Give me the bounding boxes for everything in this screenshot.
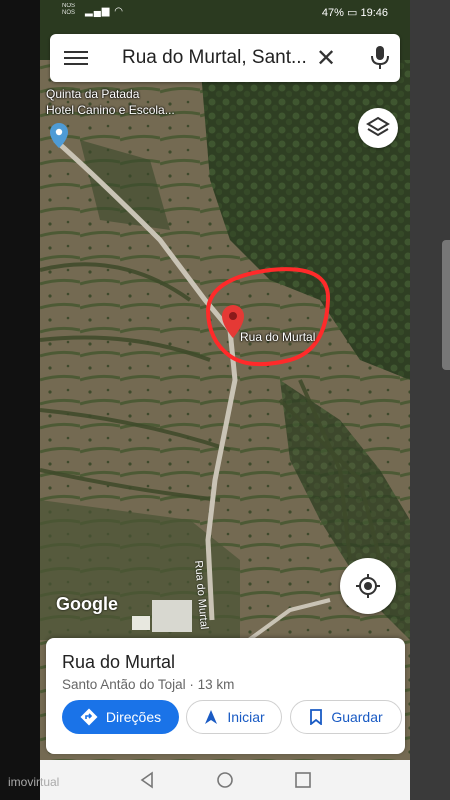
place-subtitle: Santo Antão do Tojal · 13 km	[62, 677, 235, 692]
poi-label[interactable]: Quinta da Patada Hotel Canino e Escola..…	[46, 86, 175, 118]
phone-screen: NOS NOS ▂▄▆ ◠ 47% ▭ 19:46 Rua do Murtal,…	[40, 0, 410, 800]
home-icon[interactable]	[213, 768, 237, 792]
directions-icon	[80, 708, 98, 726]
save-button[interactable]: Guardar	[290, 700, 402, 734]
right-bezel	[410, 0, 450, 800]
navigation-icon	[205, 710, 218, 724]
google-logo: Google	[56, 594, 118, 614]
close-icon[interactable]: ✕	[316, 44, 336, 73]
search-query[interactable]: Rua do Murtal, Sant...	[122, 47, 307, 69]
directions-label: Direções	[105, 709, 162, 725]
layers-button[interactable]	[358, 108, 398, 148]
save-label: Guardar	[331, 709, 383, 725]
back-icon[interactable]	[135, 768, 159, 792]
left-bezel	[0, 0, 40, 800]
system-nav-bar	[40, 760, 410, 800]
battery-icon: ▭	[347, 7, 358, 19]
recents-icon[interactable]	[291, 768, 315, 792]
layers-icon	[366, 116, 390, 137]
carrier-label: NOS NOS	[62, 3, 75, 17]
battery-percent: 47%	[321, 7, 344, 19]
watermark: imovirtual	[8, 775, 60, 789]
search-bar[interactable]: Rua do Murtal, Sant... ✕	[50, 34, 400, 82]
mic-icon[interactable]	[370, 45, 390, 71]
status-right: 47% ▭ 19:46	[322, 6, 388, 19]
start-button[interactable]: Iniciar	[186, 700, 282, 734]
marker-label: Rua do Murtal	[240, 330, 316, 344]
my-location-button[interactable]	[340, 558, 396, 614]
poi-line-2: Hotel Canino e Escola...	[46, 103, 175, 117]
start-label: Iniciar	[227, 709, 265, 725]
carrier-line-1: NOS	[62, 3, 76, 9]
directions-button[interactable]: Direções	[62, 700, 179, 734]
poi-line-1: Quinta da Patada	[46, 87, 140, 101]
clock: 19:46	[360, 7, 388, 19]
status-bar: NOS NOS ▂▄▆ ◠ 47% ▭ 19:46	[40, 0, 410, 26]
signal-icon: ▂▄▆ ◠	[85, 6, 124, 17]
carrier-line-2: NOS	[62, 10, 76, 16]
my-location-icon	[356, 574, 380, 598]
place-card[interactable]: Rua do Murtal Santo Antão do Tojal · 13 …	[46, 638, 405, 754]
menu-icon[interactable]	[64, 47, 88, 69]
place-title: Rua do Murtal	[62, 652, 176, 672]
bookmark-icon	[310, 709, 323, 725]
